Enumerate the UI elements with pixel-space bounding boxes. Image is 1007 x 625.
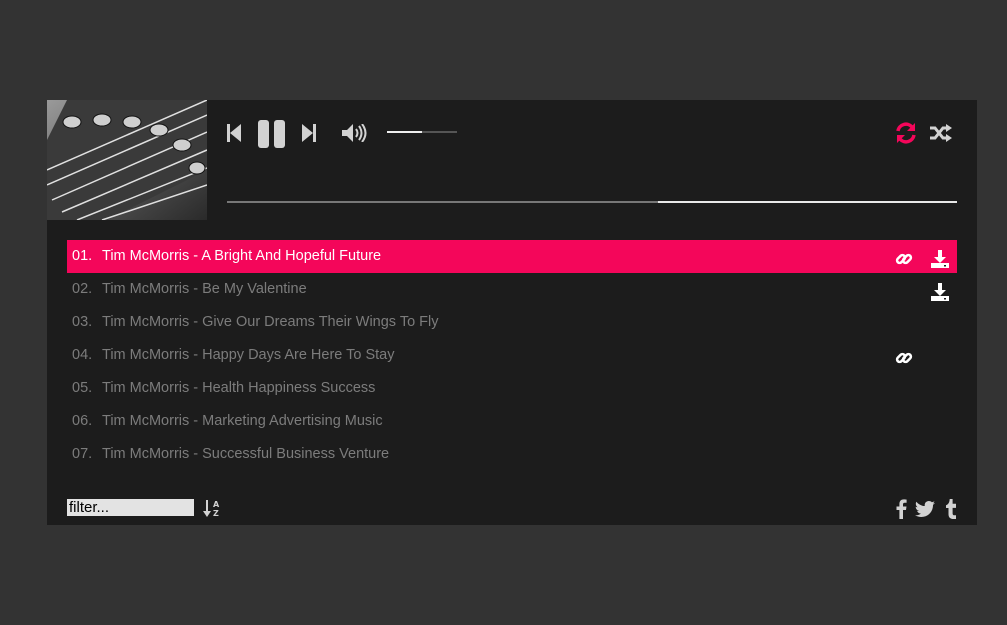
sort-alpha-icon[interactable]: A Z (203, 499, 221, 522)
track-title: Tim McMorris - A Bright And Hopeful Futu… (102, 248, 382, 264)
track-title: Tim McMorris - Health Happiness Success (102, 380, 376, 396)
volume-icon[interactable] (342, 123, 367, 147)
link-icon[interactable] (895, 347, 913, 365)
track-number: 05. (72, 380, 93, 396)
playlist-track[interactable]: 07. Tim McMorris - Successful Business Ve… (67, 438, 957, 471)
track-number: 04. (72, 347, 93, 363)
skip-back-icon[interactable] (227, 124, 241, 147)
download-icon[interactable] (931, 248, 949, 268)
twitter-icon[interactable] (914, 501, 935, 522)
seek-bar[interactable] (227, 201, 957, 203)
volume-slider[interactable] (387, 131, 457, 133)
link-icon[interactable] (895, 248, 913, 266)
facebook-icon[interactable] (895, 499, 907, 524)
track-title: Tim McMorris - Marketing Advertising Mus… (102, 413, 383, 429)
track-title: Tim McMorris - Be My Valentine (102, 281, 307, 297)
player-footer: A Z (67, 498, 957, 520)
track-number: 06. (72, 413, 93, 429)
playlist-track[interactable]: 03. Tim McMorris - Give Our Dreams Their … (67, 306, 957, 339)
track-title: Tim McMorris - Give Our Dreams Their Win… (102, 314, 439, 330)
playlist-track[interactable]: 04. Tim McMorris - Happy Days Are Here To… (67, 339, 957, 372)
filter-input[interactable] (67, 499, 194, 516)
playlist: 01. Tim McMorris - A Bright And Hopeful F… (67, 240, 957, 471)
playlist-track[interactable]: 05. Tim McMorris - Health Happiness Succe… (67, 372, 957, 405)
pause-icon[interactable] (258, 120, 286, 153)
track-number: 01. (72, 248, 93, 264)
skip-forward-icon[interactable] (302, 124, 316, 147)
track-title: Tim McMorris - Happy Days Are Here To St… (102, 347, 395, 363)
playlist-track[interactable]: 02. Tim McMorris - Be My Valentine (67, 273, 957, 306)
repeat-icon[interactable] (895, 122, 917, 149)
audio-player: 01. Tim McMorris - A Bright And Hopeful F… (47, 100, 977, 525)
shuffle-icon[interactable] (930, 124, 952, 147)
playlist-track[interactable]: 06. Tim McMorris - Marketing Advertising … (67, 405, 957, 438)
track-number: 07. (72, 446, 93, 462)
download-icon[interactable] (931, 281, 949, 301)
volume-slider-fill (387, 131, 422, 133)
tumblr-icon[interactable] (945, 499, 957, 524)
svg-text:Z: Z (213, 509, 219, 517)
track-number: 03. (72, 314, 93, 330)
svg-text:A: A (213, 500, 220, 509)
album-cover (47, 100, 207, 220)
seek-bar-fill (227, 201, 658, 203)
track-title: Tim McMorris - Successful Business Ventu… (102, 446, 390, 462)
playlist-track[interactable]: 01. Tim McMorris - A Bright And Hopeful F… (67, 240, 957, 273)
track-number: 02. (72, 281, 93, 297)
